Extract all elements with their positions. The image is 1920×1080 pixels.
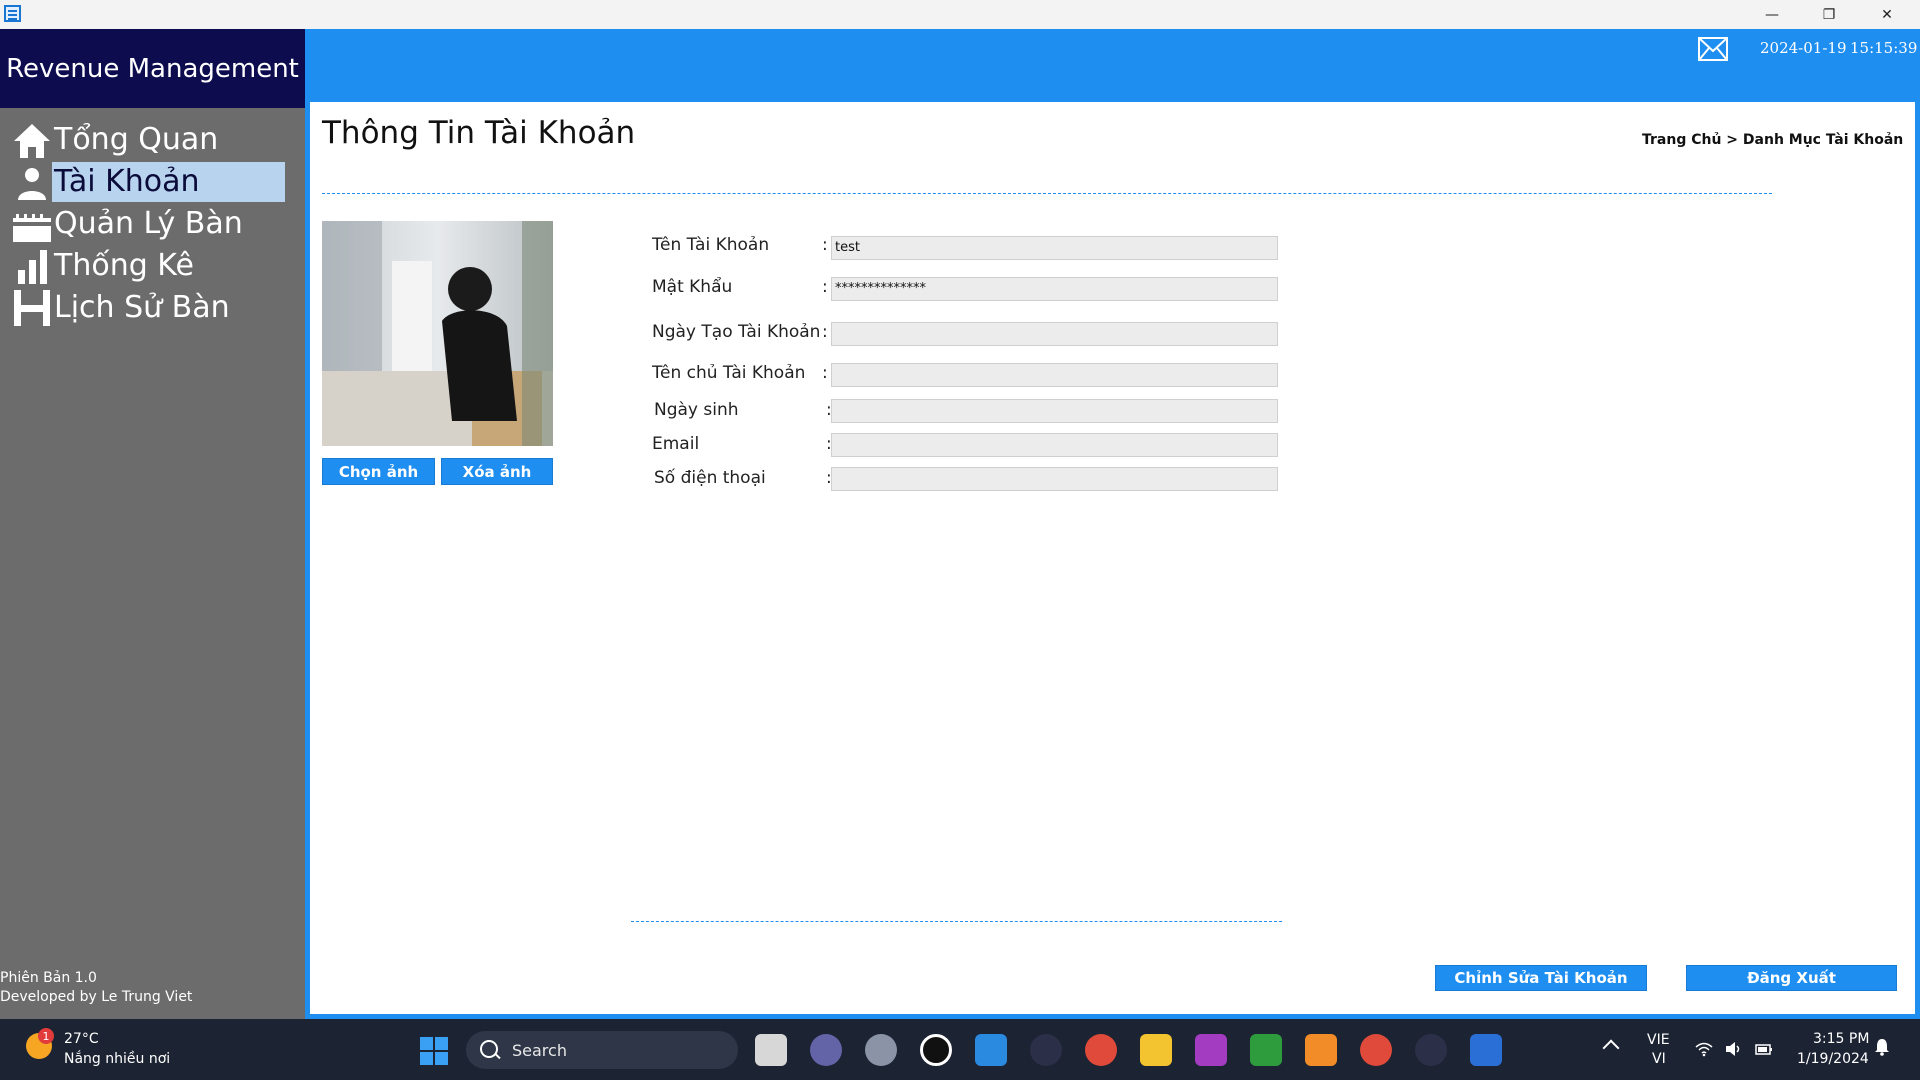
chrome-profile-icon[interactable] [1360,1034,1392,1066]
phone-label: Số điện thoại [654,468,766,488]
choose-photo-button[interactable]: Chọn ảnh [322,458,435,485]
sidebar-item-label: Lịch Sử Bàn [54,290,230,325]
xampp-icon[interactable] [1305,1034,1337,1066]
email-label: Email [652,434,700,454]
colon: : [822,235,828,255]
colon: : [822,277,828,297]
weather-description[interactable]: Nắng nhiều nơi [64,1051,170,1067]
clock-time[interactable]: 3:15 PM [1813,1031,1869,1047]
created-date-field[interactable] [831,322,1278,346]
developer-text: Developed by Le Trung Viet [0,989,193,1005]
sidebar-item-table-management[interactable]: Quản Lý Bàn [12,204,287,244]
sidebar-item-label: Tài Khoản [52,162,285,202]
weather-temperature[interactable]: 27°C [64,1031,99,1047]
header-time: 15:15:39 [1850,39,1918,57]
sidebar-item-label: Tổng Quan [54,122,219,157]
app-icon-purple[interactable] [1195,1034,1227,1066]
teams-icon[interactable] [810,1034,842,1066]
language-indicator[interactable]: VIE [1647,1032,1670,1048]
history-table-icon [12,288,52,328]
taskbar [0,1019,1920,1080]
sidebar-item-table-history[interactable]: Lịch Sử Bàn [12,288,287,328]
file-explorer-icon[interactable] [1140,1034,1172,1066]
table-icon [12,204,52,244]
active-app-icon[interactable] [1470,1034,1502,1066]
username-field[interactable]: test [831,236,1278,260]
chrome-icon[interactable] [1085,1034,1117,1066]
minimize-button[interactable]: — [1743,0,1801,29]
sidebar-item-label: Quản Lý Bàn [54,206,243,241]
sidebar-title: Revenue Management [0,29,305,108]
taskbar-search-box[interactable] [466,1031,738,1069]
email-field[interactable] [831,433,1278,457]
xbox-icon[interactable] [1250,1034,1282,1066]
phone-field[interactable] [831,467,1278,491]
birthdate-field[interactable] [831,399,1278,423]
eclipse-2-icon[interactable] [1415,1034,1447,1066]
edit-account-button[interactable]: Chỉnh Sửa Tài Khoản [1435,965,1647,991]
window-title-bar [0,0,1920,29]
header-bar [305,29,1920,102]
input-method-indicator[interactable]: VI [1652,1051,1666,1067]
home-icon [12,120,52,160]
owner-name-label: Tên chủ Tài Khoản [652,363,806,383]
volume-icon[interactable] [1725,1041,1743,1057]
owner-name-field[interactable] [831,363,1278,387]
wifi-icon[interactable] [1695,1041,1713,1057]
weather-badge: 1 [38,1028,54,1044]
username-label: Tên Tài Khoản [652,235,770,255]
delete-photo-button[interactable]: Xóa ảnh [441,458,553,485]
sidebar-item-label: Thống Kê [54,248,194,283]
sidebar-item-overview[interactable]: Tổng Quan [12,120,287,160]
password-label: Mật Khẩu [652,277,733,297]
birthdate-label: Ngày sinh [654,400,739,420]
bar-chart-icon [12,246,52,286]
page-title: Thông Tin Tài Khoản [322,115,636,151]
password-field[interactable]: ************** [831,277,1278,301]
app-icon [4,5,21,22]
divider [631,921,1282,922]
battery-icon[interactable] [1755,1041,1773,1057]
colon: : [822,322,828,342]
created-date-label: Ngày Tạo Tài Khoản [652,322,821,342]
divider [322,193,1772,194]
colon: : [822,363,828,383]
avatar-photo [322,221,553,446]
sidebar-item-account[interactable]: Tài Khoản [12,162,287,202]
logout-button[interactable]: Đăng Xuất [1686,965,1897,991]
notification-bell-icon[interactable] [1875,1038,1889,1056]
mail-icon[interactable] [1698,37,1728,61]
breadcrumb: Trang Chủ > Danh Mục Tài Khoản [1642,132,1904,148]
taskbar-search-label: Search [512,1041,567,1060]
windows-start-icon[interactable] [419,1036,449,1066]
task-view-icon[interactable] [755,1034,787,1066]
header-date: 2024-01-19 [1760,39,1847,57]
maximize-button[interactable]: ❐ [1800,0,1858,29]
search-icon [480,1040,498,1058]
vscode-icon[interactable] [975,1034,1007,1066]
sidebar-item-statistics[interactable]: Thống Kê [12,246,287,286]
record-icon[interactable] [920,1034,952,1066]
eclipse-icon[interactable] [1030,1034,1062,1066]
clock-date[interactable]: 1/19/2024 [1797,1051,1869,1067]
close-button[interactable]: ✕ [1858,0,1916,29]
settings-gear-icon[interactable] [865,1034,897,1066]
user-icon [12,162,52,202]
version-text: Phiên Bản 1.0 [0,970,97,986]
